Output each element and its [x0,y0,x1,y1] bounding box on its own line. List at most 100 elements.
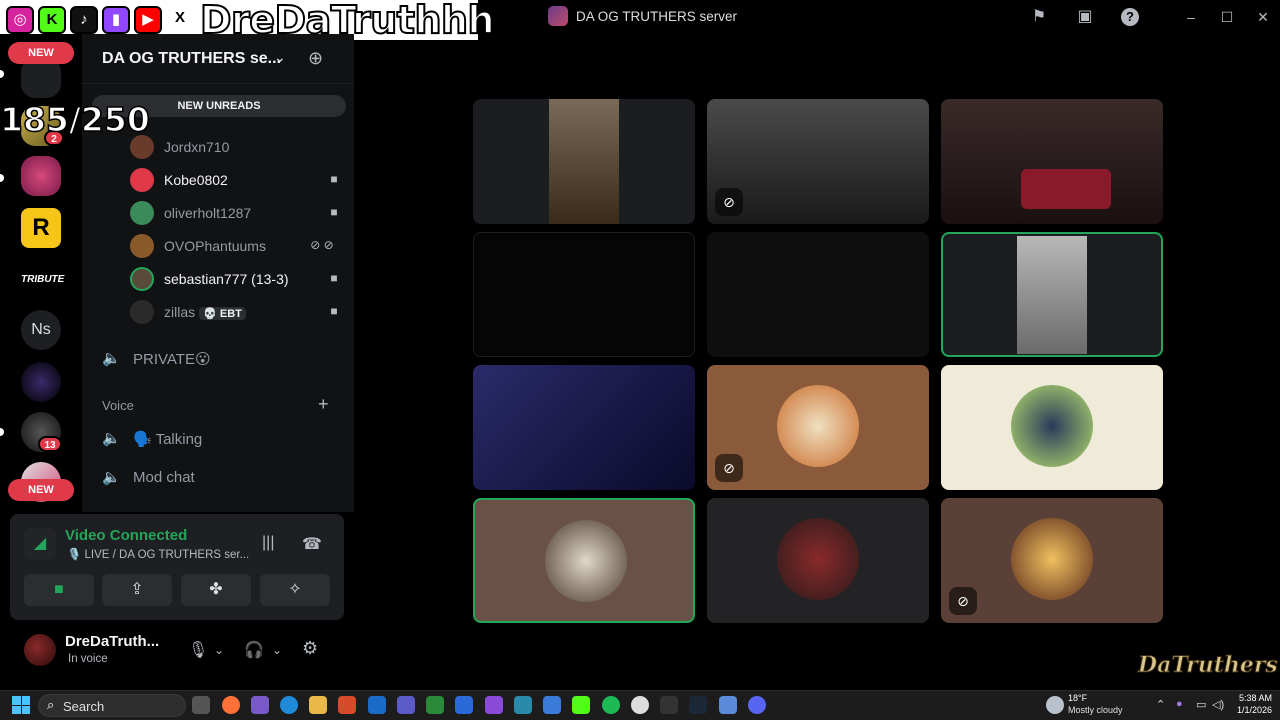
voice-status[interactable]: Video Connected [65,527,187,544]
channel-talking[interactable]: 🔈 🗣️ Talking [102,423,342,453]
file-explorer-icon[interactable] [309,696,327,714]
chevron-up-icon[interactable]: ⌃ [1156,698,1165,711]
video-tile[interactable]: ⊘ [941,498,1163,623]
avatar[interactable] [24,634,56,666]
chevron-down-icon[interactable]: ⌄ [272,643,282,657]
tray-app-icon[interactable]: ● [1176,698,1183,710]
weather-desc[interactable]: Mostly cloudy [1068,705,1123,715]
maximize-button[interactable]: ☐ [1216,6,1238,28]
video-tile[interactable] [473,232,695,357]
new-unreads-pill-top[interactable]: NEW [8,42,74,64]
activities-button[interactable]: ✤ [181,574,251,606]
voice-channel-sub[interactable]: 🎙️ LIVE / DA OG TRUTHERS ser... [67,547,249,561]
gear-icon[interactable]: ⚙ [302,638,318,659]
flag-icon[interactable]: ⚑ [1028,6,1050,28]
video-icon: ■ [330,304,338,318]
epic-games-icon[interactable] [660,696,678,714]
instagram-icon: ◎ [6,6,34,34]
photos-icon[interactable] [543,696,561,714]
avatar [130,267,154,291]
chevron-down-icon: ⌄ [274,49,286,65]
weather-temp[interactable]: 18°F [1068,693,1087,703]
member-row[interactable]: Jordxn710 [130,133,342,161]
member-name: OVOPhantuums [164,238,266,254]
window-title: DA OG TRUTHERS server [576,9,738,24]
member-row[interactable]: sebastian777 (13-3) ■ [130,265,342,293]
app-icon[interactable] [485,696,503,714]
video-tile[interactable] [941,232,1163,357]
voice-category[interactable]: Voice [102,398,134,413]
obs-icon[interactable] [631,696,649,714]
video-tile[interactable] [707,232,929,357]
screen-share-button[interactable]: ⇪ [102,574,172,606]
user-name[interactable]: DreDaTruth... [65,633,159,650]
chevron-down-icon[interactable]: ⌄ [214,643,224,657]
teams-icon[interactable] [397,696,415,714]
spotify-icon[interactable] [602,696,620,714]
network-icon[interactable]: ▭ [1196,698,1206,711]
discord-icon[interactable] [748,696,766,714]
app-icon[interactable] [719,696,737,714]
copilot-icon[interactable] [251,696,269,714]
member-row[interactable]: Kobe0802 ■ [130,166,342,194]
task-view-icon[interactable] [192,696,210,714]
volume-icon[interactable]: ◁) [1212,698,1224,711]
member-row[interactable]: OVOPhantuums ⊘ ⊘ [130,232,342,260]
headphones-icon[interactable]: 🎧 [244,640,264,660]
channel-private[interactable]: 🔈 PRIVATE😮 [102,343,342,373]
camera-button[interactable]: ■ [24,574,94,606]
inbox-icon[interactable]: ▣ [1074,6,1096,28]
office-icon[interactable] [338,696,356,714]
tribute-server-icon[interactable]: TRIBUTE [21,260,64,300]
channel-name: PRIVATE😮 [133,351,211,368]
weather-icon[interactable] [1046,696,1064,714]
steam-icon[interactable] [689,696,707,714]
disconnect-icon[interactable]: ☎ [302,534,322,554]
video-tile[interactable]: ⊘ [707,365,929,490]
avatar [130,168,154,192]
x-icon: X [166,6,194,34]
user-panel: DreDaTruth... In voice 🎙 ⌄ 🎧 ⌄ ⚙ [10,624,344,676]
member-name: Kobe0802 [164,172,228,188]
close-button[interactable]: ✕ [1252,6,1274,28]
minimize-button[interactable]: – [1180,6,1202,28]
video-tile[interactable]: ⊘ [707,99,929,224]
member-row[interactable]: zillas 💀 EBT ■ [130,298,342,326]
edge-icon[interactable] [280,696,298,714]
video-tile[interactable] [941,99,1163,224]
firefox-icon[interactable] [222,696,240,714]
start-button[interactable] [12,696,30,714]
server-icon-pink[interactable] [21,156,61,196]
video-tile[interactable] [473,99,695,224]
app-icon[interactable] [426,696,444,714]
video-tile[interactable] [473,498,695,623]
new-unreads-pill-bottom[interactable]: NEW [8,479,74,501]
app-icon[interactable] [455,696,473,714]
ns-server-icon[interactable]: Ns [21,310,61,350]
video-tile[interactable] [473,365,695,490]
kick-app-icon[interactable] [572,696,590,714]
clock-time[interactable]: 5:38 AM [1232,693,1272,703]
add-member-icon[interactable]: ⊕ [308,48,323,69]
video-tile[interactable] [941,365,1163,490]
server-icon-purple[interactable] [21,362,61,402]
signal-icon[interactable]: ◢ [24,528,56,560]
microphone-icon[interactable]: 🎙 [188,640,208,660]
taskbar-search[interactable]: ⌕ Search [38,694,186,717]
add-channel-icon[interactable]: + [318,394,329,415]
outlook-icon[interactable] [368,696,386,714]
clock-date[interactable]: 1/1/2026 [1226,705,1272,715]
server-header[interactable]: DA OG TRUTHERS se... ⌄ ⊕ [82,34,354,84]
noise-suppression-icon[interactable]: ||| [262,534,274,552]
channel-mod-chat[interactable]: 🔈 Mod chat [102,462,342,492]
server-icon-flag[interactable] [21,58,61,98]
voice-channel-icon: 🔈 [102,350,121,367]
soundboard-button[interactable]: ✧ [260,574,330,606]
member-row[interactable]: oliverholt1287 ■ [130,199,342,227]
app-icon[interactable] [514,696,532,714]
member-name: Jordxn710 [164,139,230,155]
webcam-feed [549,99,619,224]
rockstar-icon[interactable]: R [21,208,61,248]
help-icon[interactable]: ? [1121,8,1139,26]
video-tile[interactable] [707,498,929,623]
